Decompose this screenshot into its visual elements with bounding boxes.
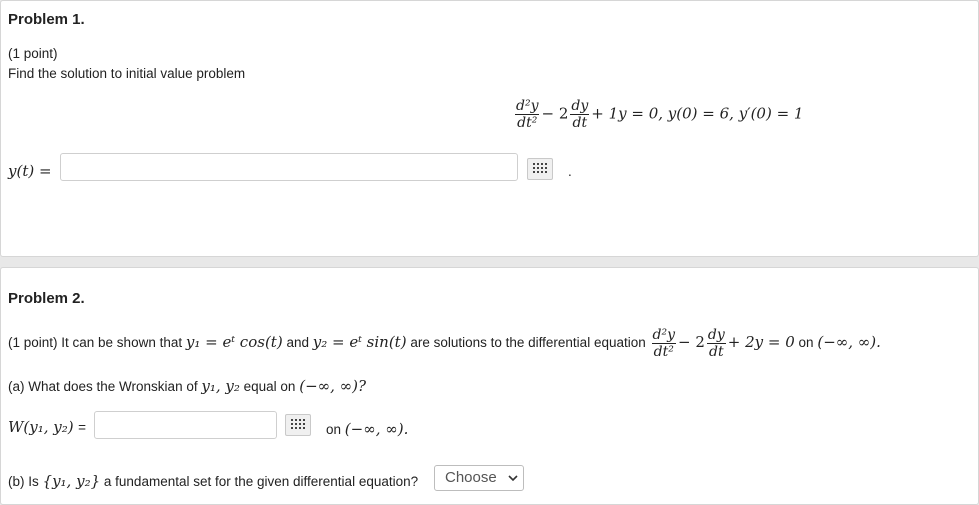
d2y-dt2-fraction: d²y dt² bbox=[651, 326, 676, 360]
problem-1-points: (1 point) bbox=[8, 46, 58, 61]
problem-1-equation: d²y dt² − 2 dy dt + 1y = 0, y(0) = 6, y′… bbox=[515, 98, 804, 131]
equation-editor-button[interactable] bbox=[285, 414, 311, 436]
problem-2-title: Problem 2. bbox=[8, 290, 85, 307]
problem-2-panel: Problem 2. (1 point) It can be shown tha… bbox=[0, 267, 979, 505]
problem-1-prompt: Find the solution to initial value probl… bbox=[8, 66, 246, 81]
y2-definition: y₂ = eᵗ sin(t) bbox=[312, 333, 407, 351]
answer-label-y: y(t) = bbox=[8, 162, 52, 180]
wronskian-interval: on (−∞, ∞). bbox=[326, 420, 409, 438]
problem-1-panel: Problem 1. (1 point) Find the solution t… bbox=[0, 0, 979, 257]
problem-2-equation: d²y dt² − 2 dy dt + 2y = 0 bbox=[651, 326, 795, 360]
d2y-dt2-fraction: d²y dt² bbox=[515, 98, 540, 131]
problem-2-intro: (1 point) It can be shown that y₁ = eᵗ c… bbox=[8, 326, 881, 360]
chevron-down-icon bbox=[508, 475, 518, 482]
wronskian-label: W(y₁, y₂) = bbox=[8, 418, 86, 436]
keyboard-grid-icon bbox=[291, 419, 305, 431]
answer-input-y[interactable] bbox=[60, 153, 518, 181]
answer-period: . bbox=[568, 164, 572, 179]
dy-dt-fraction: dy dt bbox=[706, 326, 726, 360]
keyboard-grid-icon bbox=[533, 163, 547, 175]
equation-editor-button[interactable] bbox=[527, 158, 553, 180]
fundamental-set-select[interactable]: Choose bbox=[434, 465, 524, 491]
part-b-question: (b) Is {y₁, y₂} a fundamental set for th… bbox=[8, 472, 419, 490]
select-value: Choose bbox=[445, 469, 497, 486]
wronskian-input[interactable] bbox=[94, 411, 277, 439]
y1-definition: y₁ = eᵗ cos(t) bbox=[185, 333, 283, 351]
problem-1-title: Problem 1. bbox=[8, 11, 85, 28]
part-a-question: (a) What does the Wronskian of y₁, y₂ eq… bbox=[8, 377, 367, 395]
dy-dt-fraction: dy dt bbox=[570, 98, 590, 131]
